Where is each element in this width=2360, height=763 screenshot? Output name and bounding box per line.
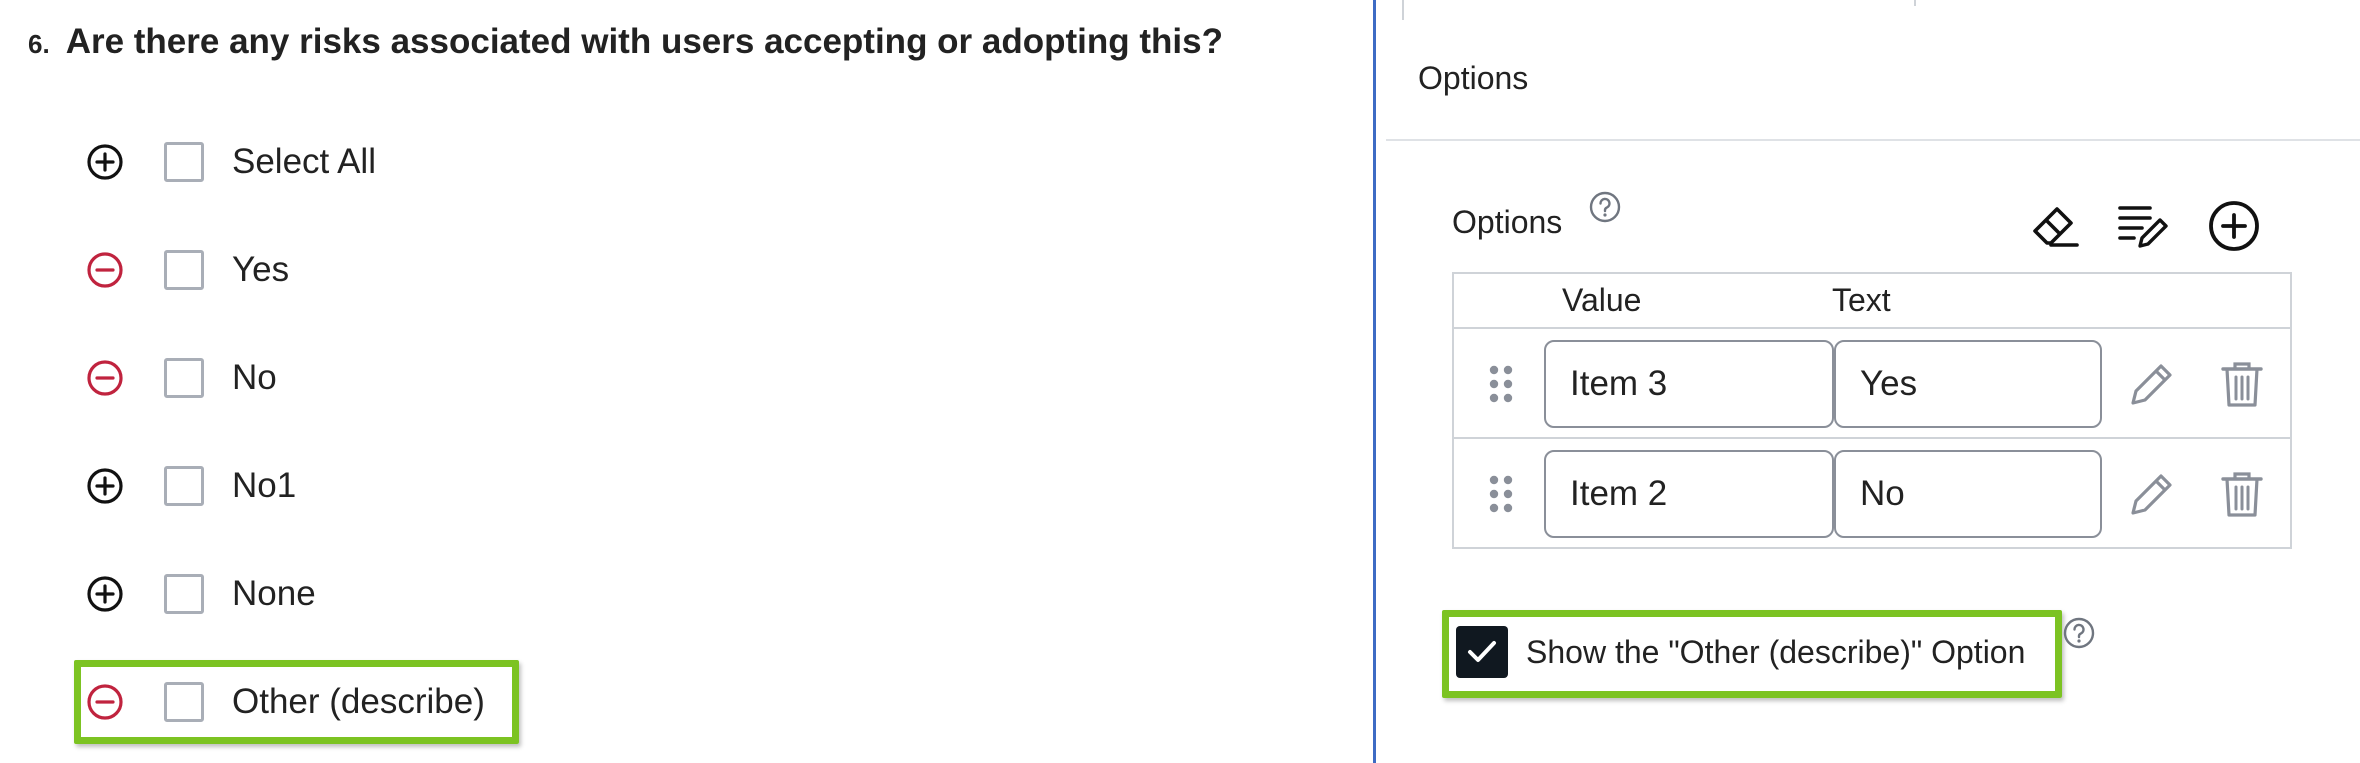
column-header-text: Text	[1832, 282, 1891, 318]
question-title-row: 6. Are there any risks associated with u…	[28, 22, 1223, 62]
choice-no1: No1	[84, 460, 296, 512]
options-panel: Options Options Value Text Item 3 Yes It…	[1386, 0, 2360, 763]
question-circle-icon[interactable]	[2062, 616, 2096, 650]
row-divider	[1454, 437, 2290, 439]
choice-label: No1	[232, 466, 297, 505]
choice-none: None	[84, 568, 316, 620]
checkmark-icon	[1468, 641, 1496, 662]
choice-checkbox[interactable]	[164, 250, 204, 290]
show-other-checkbox[interactable]	[1456, 626, 1508, 678]
choice-label: No	[232, 358, 277, 397]
minus-circle-icon[interactable]	[84, 357, 126, 399]
column-header-value: Value	[1562, 282, 1642, 318]
list-edit-icon[interactable]	[2114, 196, 2174, 256]
option-text-input[interactable]: No	[1834, 450, 2102, 538]
question-number: 6.	[28, 29, 50, 59]
panel-divider	[1373, 0, 1376, 763]
eraser-icon[interactable]	[2024, 196, 2084, 256]
drag-handle-icon[interactable]	[1486, 362, 1516, 406]
question-title: Are there any risks associated with user…	[65, 22, 1223, 61]
trash-icon[interactable]	[2212, 354, 2272, 414]
pencil-icon[interactable]	[2122, 354, 2182, 414]
option-value-input[interactable]: Item 2	[1544, 450, 1834, 538]
panel-top-tick	[1914, 0, 1916, 6]
choice-checkbox[interactable]	[164, 358, 204, 398]
choice-label: Yes	[232, 250, 290, 289]
choice-label: Select All	[232, 142, 376, 181]
options-table: Value Text Item 3 Yes Item 2 No	[1452, 272, 2292, 549]
highlight-box-other-choice	[74, 660, 519, 744]
pencil-icon[interactable]	[2122, 464, 2182, 524]
header-divider	[1386, 139, 2360, 141]
plus-circle-icon[interactable]	[84, 141, 126, 183]
choice-yes: Yes	[84, 244, 289, 296]
panel-header-title[interactable]: Options	[1418, 60, 1528, 97]
plus-circle-icon[interactable]	[84, 465, 126, 507]
trash-icon[interactable]	[2212, 464, 2272, 524]
panel-top-divider	[1402, 0, 1404, 20]
option-text-input[interactable]: Yes	[1834, 340, 2102, 428]
row-divider	[1454, 327, 2290, 329]
plus-circle-icon[interactable]	[84, 573, 126, 615]
choice-select-all: Select All	[84, 136, 376, 188]
question-circle-icon[interactable]	[1588, 190, 1622, 224]
choice-no: No	[84, 352, 277, 404]
drag-handle-icon[interactable]	[1486, 472, 1516, 516]
minus-circle-icon[interactable]	[84, 249, 126, 291]
question-preview: 6. Are there any risks associated with u…	[0, 0, 1372, 763]
plus-circle-icon[interactable]	[2204, 196, 2264, 256]
choice-checkbox[interactable]	[164, 466, 204, 506]
choice-checkbox[interactable]	[164, 574, 204, 614]
option-value-input[interactable]: Item 3	[1544, 340, 1834, 428]
options-label: Options	[1452, 204, 1563, 240]
choice-checkbox[interactable]	[164, 142, 204, 182]
show-other-label[interactable]: Show the "Other (describe)" Option	[1526, 634, 2025, 671]
choice-label: None	[232, 574, 316, 613]
